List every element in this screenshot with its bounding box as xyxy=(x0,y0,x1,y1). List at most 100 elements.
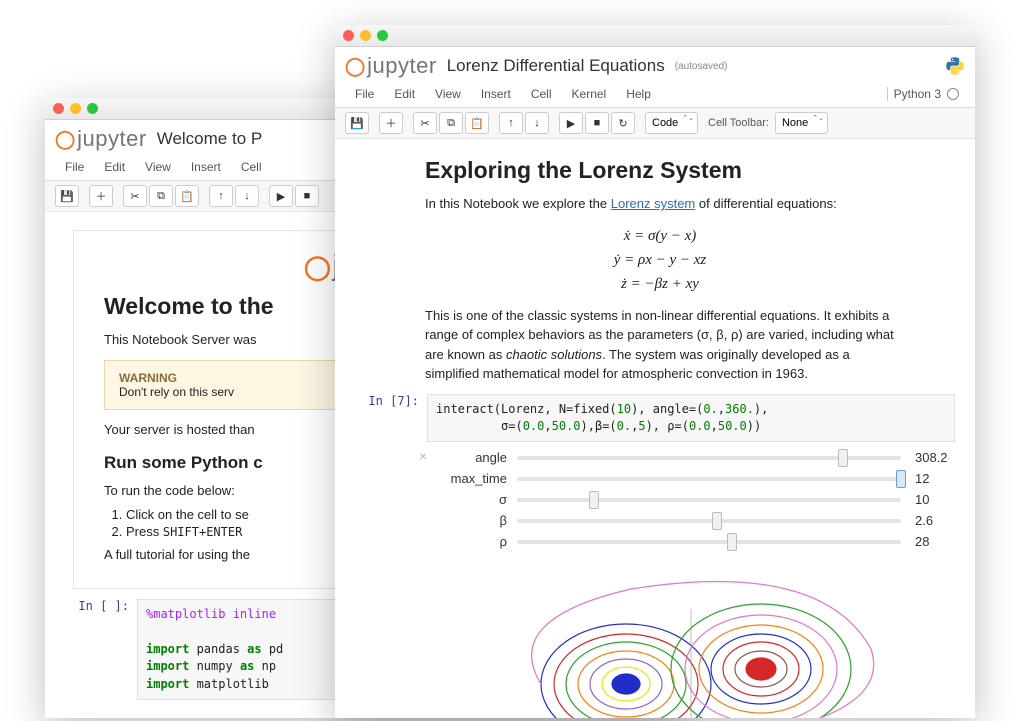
slider-thumb[interactable] xyxy=(838,449,848,467)
jupyter-icon: ◯ xyxy=(55,129,73,150)
paste-button[interactable]: 📋 xyxy=(175,185,199,207)
python-icon xyxy=(945,56,965,76)
close-dot[interactable] xyxy=(343,30,354,41)
slider-thumb[interactable] xyxy=(589,491,599,509)
lorenz-attractor-svg xyxy=(481,569,901,718)
stop-button[interactable]: ■ xyxy=(295,185,319,207)
desc-para: This is one of the classic systems in no… xyxy=(425,306,895,384)
copy-button[interactable]: ⧉ xyxy=(439,112,463,134)
eq1: ẋ = σ(y − x) xyxy=(425,224,895,248)
cell-toolbar-select[interactable]: None xyxy=(775,112,828,134)
warning-body: Don't rely on this serv xyxy=(119,385,234,399)
close-icon[interactable]: × xyxy=(419,448,427,464)
autosave-label: (autosaved) xyxy=(675,61,728,72)
slider-row: angle 308.2 xyxy=(427,450,955,465)
menu-cell[interactable]: Cell xyxy=(521,81,562,107)
slider-row: β 2.6 xyxy=(427,513,955,528)
move-down-button[interactable]: ↓ xyxy=(235,185,259,207)
input-prompt: In [7]: xyxy=(355,394,427,443)
kernel-indicator xyxy=(945,56,965,76)
slider-label: σ xyxy=(427,492,517,507)
notebook-body: Exploring the Lorenz System In this Note… xyxy=(335,139,975,718)
jupyter-logo[interactable]: ◯ jupyter xyxy=(345,53,437,79)
minimize-dot[interactable] xyxy=(360,30,371,41)
jupyter-window-front: ◯ jupyter Lorenz Differential Equations … xyxy=(335,25,975,718)
titlebar xyxy=(335,25,975,47)
slider-label: β xyxy=(427,513,517,528)
menu-file[interactable]: File xyxy=(55,154,94,180)
lorenz-plot xyxy=(427,569,955,718)
menu-insert[interactable]: Insert xyxy=(471,81,521,107)
add-cell-button[interactable]: ＋ xyxy=(89,185,113,207)
add-cell-button[interactable]: ＋ xyxy=(379,112,403,134)
jupyter-icon: ◯ xyxy=(345,56,363,77)
run-button[interactable]: ▶ xyxy=(559,112,583,134)
slider-track[interactable] xyxy=(517,519,901,523)
notebook-header: ◯ jupyter Lorenz Differential Equations … xyxy=(335,47,975,81)
run-button[interactable]: ▶ xyxy=(269,185,293,207)
close-dot[interactable] xyxy=(53,103,64,114)
jupyter-logo-text: jupyter xyxy=(367,53,437,79)
move-up-button[interactable]: ↑ xyxy=(499,112,523,134)
slider-track[interactable] xyxy=(517,477,901,481)
slider-track[interactable] xyxy=(517,498,901,502)
move-up-button[interactable]: ↑ xyxy=(209,185,233,207)
zoom-dot[interactable] xyxy=(87,103,98,114)
cut-button[interactable]: ✂ xyxy=(413,112,437,134)
menu-kernel[interactable]: Kernel xyxy=(562,81,617,107)
zoom-dot[interactable] xyxy=(377,30,388,41)
slider-row: ρ28 xyxy=(427,534,955,549)
menu-cell[interactable]: Cell xyxy=(231,154,272,180)
notebook-title[interactable]: Welcome to P xyxy=(157,129,263,149)
restart-button[interactable]: ↻ xyxy=(611,112,635,134)
menu-file[interactable]: File xyxy=(345,81,384,107)
jupyter-logo[interactable]: ◯ jupyter xyxy=(55,126,147,152)
menu-view[interactable]: View xyxy=(135,154,181,180)
save-button[interactable]: 💾 xyxy=(345,112,369,134)
intro-para: In this Notebook we explore the Lorenz s… xyxy=(425,194,895,214)
notebook-title[interactable]: Lorenz Differential Equations xyxy=(447,56,665,76)
warning-head: WARNING xyxy=(119,371,177,385)
menu-help[interactable]: Help xyxy=(616,81,661,107)
paste-button[interactable]: 📋 xyxy=(465,112,489,134)
code-area[interactable]: interact(Lorenz, N=fixed(10), angle=(0.,… xyxy=(427,394,955,443)
page-heading: Exploring the Lorenz System xyxy=(425,157,895,184)
slider-row: max_time12 xyxy=(427,471,955,486)
slider-value: 2.6 xyxy=(915,513,955,528)
slider-label: ρ xyxy=(427,534,517,549)
equations: ẋ = σ(y − x) ẏ = ρx − y − xz ż = −βz + x… xyxy=(425,224,895,296)
move-down-button[interactable]: ↓ xyxy=(525,112,549,134)
eq3: ż = −βz + xy xyxy=(425,272,895,296)
slider-thumb[interactable] xyxy=(712,512,722,530)
slider-label: angle xyxy=(427,450,517,465)
jupyter-icon: ◯ xyxy=(304,254,329,281)
toolbar: 💾 ＋ ✂ ⧉ 📋 ↑ ↓ ▶ ■ ↻ Code Cell Toolbar: N… xyxy=(335,108,975,139)
save-button[interactable]: 💾 xyxy=(55,185,79,207)
copy-button[interactable]: ⧉ xyxy=(149,185,173,207)
kernel-name: Python 3 xyxy=(887,87,941,101)
input-prompt: In [ ]: xyxy=(65,599,137,700)
slider-value: 308.2 xyxy=(915,450,955,465)
cell-toolbar-label: Cell Toolbar: xyxy=(708,117,769,129)
menu-edit[interactable]: Edit xyxy=(94,154,135,180)
slider-track[interactable] xyxy=(517,456,901,460)
minimize-dot[interactable] xyxy=(70,103,81,114)
lorenz-link[interactable]: Lorenz system xyxy=(611,196,696,211)
code-cell[interactable]: In [7]: interact(Lorenz, N=fixed(10), an… xyxy=(355,394,955,443)
menubar: File Edit View Insert Cell Kernel Help P… xyxy=(335,81,975,108)
slider-track[interactable] xyxy=(517,540,901,544)
cut-button[interactable]: ✂ xyxy=(123,185,147,207)
slider-value: 10 xyxy=(915,492,955,507)
kernel-status-icon xyxy=(947,88,959,100)
menu-edit[interactable]: Edit xyxy=(384,81,425,107)
widget-area: × angle308.2max_time12σ10β2.6ρ28 xyxy=(427,450,955,549)
slider-thumb[interactable] xyxy=(896,470,906,488)
jupyter-logo-text: jupyter xyxy=(77,126,147,152)
slider-value: 12 xyxy=(915,471,955,486)
slider-row: σ 10 xyxy=(427,492,955,507)
slider-thumb[interactable] xyxy=(727,533,737,551)
menu-insert[interactable]: Insert xyxy=(181,154,231,180)
stop-button[interactable]: ■ xyxy=(585,112,609,134)
menu-view[interactable]: View xyxy=(425,81,471,107)
cell-type-select[interactable]: Code xyxy=(645,112,698,134)
